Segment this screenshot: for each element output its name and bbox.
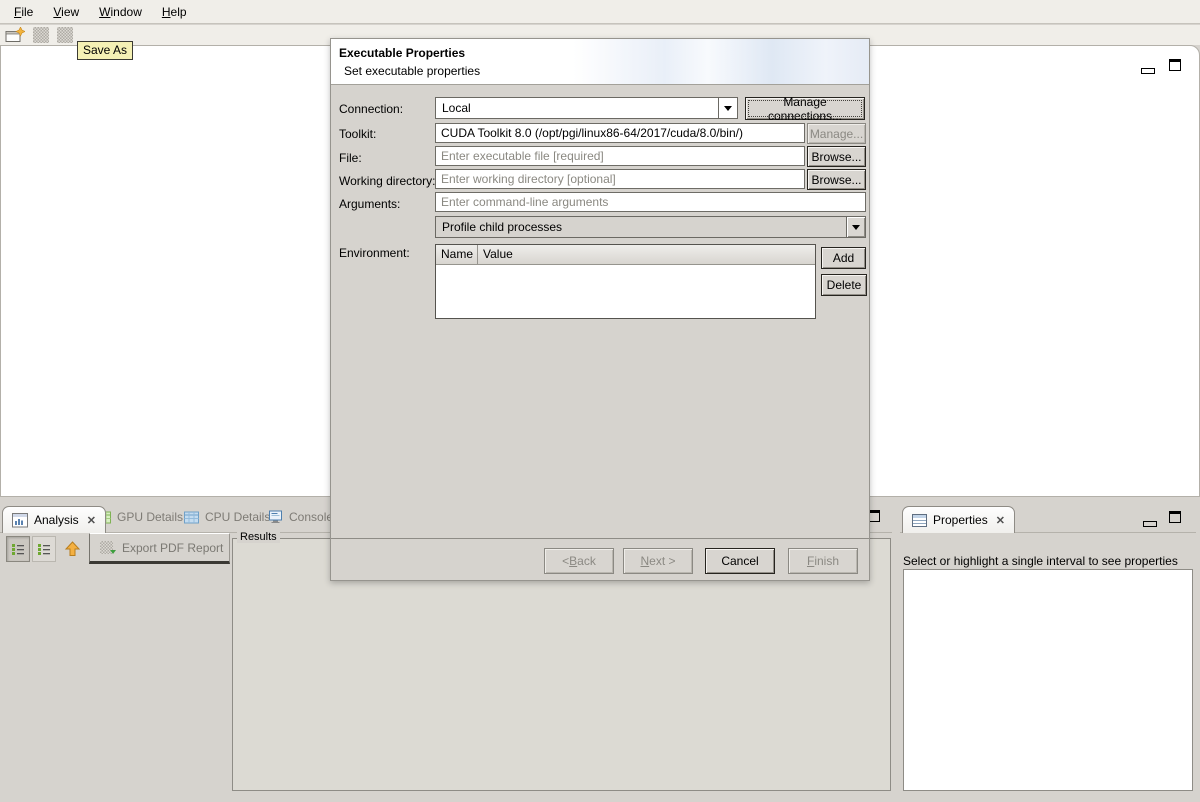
tab-gpu-details[interactable]: GPU Details xyxy=(96,510,183,524)
toolkit-input[interactable] xyxy=(435,123,805,143)
minimize-icon xyxy=(1143,521,1157,527)
tab-label: Console xyxy=(289,510,333,524)
tab-label: GPU Details xyxy=(117,510,183,524)
menu-item-window[interactable]: Window xyxy=(89,2,152,22)
unguided-analysis-button[interactable] xyxy=(32,536,56,562)
guided-analysis-icon xyxy=(11,543,25,556)
toolkit-label: Toolkit: xyxy=(339,127,376,141)
environment-table-body[interactable] xyxy=(436,265,815,318)
maximize-icon xyxy=(1169,511,1181,523)
tab-label: Analysis xyxy=(34,513,79,527)
cancel-button[interactable]: Cancel xyxy=(705,548,775,574)
delete-env-button[interactable]: Delete xyxy=(821,274,867,296)
properties-maximize-button[interactable] xyxy=(1169,511,1181,526)
environment-label: Environment: xyxy=(339,246,410,260)
chevron-down-icon xyxy=(724,106,732,115)
manage-toolkit-button[interactable]: Manage... xyxy=(807,123,866,144)
dialog-separator xyxy=(331,538,869,539)
browse-directory-button[interactable]: Browse... xyxy=(807,169,866,190)
dialog-title: Executable Properties xyxy=(339,46,465,60)
arguments-input[interactable] xyxy=(435,192,866,212)
connection-dropdown-button[interactable] xyxy=(718,98,737,118)
save-as-button[interactable] xyxy=(57,27,73,43)
export-pdf-report-button[interactable]: Export PDF Report xyxy=(89,533,230,564)
working-directory-input[interactable] xyxy=(435,169,805,189)
env-column-value[interactable]: Value xyxy=(478,245,815,264)
tab-close-icon[interactable]: ✕ xyxy=(87,514,96,527)
dialog-header: Executable Properties Set executable pro… xyxy=(331,39,869,85)
analysis-icon xyxy=(12,513,28,528)
properties-content-box xyxy=(903,569,1193,791)
properties-table-icon xyxy=(912,514,927,527)
export-pdf-icon xyxy=(100,541,114,555)
properties-message: Select or highlight a single interval to… xyxy=(903,554,1178,568)
tab-properties[interactable]: Properties ✕ xyxy=(902,506,1015,533)
guided-analysis-button[interactable] xyxy=(6,536,30,562)
save-button[interactable] xyxy=(33,27,49,43)
up-arrow-button[interactable] xyxy=(60,536,84,562)
arguments-label: Arguments: xyxy=(339,197,400,211)
export-pdf-label: Export PDF Report xyxy=(122,541,223,555)
manage-connections-button[interactable]: Manage connections... xyxy=(745,97,865,120)
menubar: File View Window Help xyxy=(0,0,1200,24)
up-arrow-icon xyxy=(64,541,81,557)
tab-analysis[interactable]: Analysis ✕ xyxy=(2,506,106,533)
editor-minimize-button[interactable] xyxy=(1141,63,1155,77)
connection-select[interactable]: Local xyxy=(435,97,738,119)
next-button[interactable]: Next > xyxy=(623,548,693,574)
chevron-down-icon xyxy=(852,225,860,234)
back-button[interactable]: < Back xyxy=(544,548,614,574)
env-column-name[interactable]: Name xyxy=(436,245,478,264)
environment-table: Name Value xyxy=(435,244,816,319)
finish-button[interactable]: Finish xyxy=(788,548,858,574)
cpu-table-icon xyxy=(184,511,199,524)
properties-panel: Properties ✕ Select or highlight a singl… xyxy=(900,505,1196,793)
new-session-icon xyxy=(5,27,25,44)
browse-file-button[interactable]: Browse... xyxy=(807,146,866,167)
new-session-button[interactable] xyxy=(5,27,25,44)
connection-value: Local xyxy=(436,101,718,115)
environment-table-header: Name Value xyxy=(436,245,815,265)
tab-label: Properties xyxy=(933,513,988,527)
working-directory-label: Working directory: xyxy=(339,174,435,188)
connection-label: Connection: xyxy=(339,102,403,116)
unguided-analysis-icon xyxy=(37,543,51,556)
add-env-button[interactable]: Add xyxy=(821,247,866,269)
file-input[interactable] xyxy=(435,146,805,166)
executable-properties-dialog: Executable Properties Set executable pro… xyxy=(330,38,870,581)
console-icon xyxy=(268,510,283,524)
properties-minimize-button[interactable] xyxy=(1143,516,1157,530)
menu-item-view[interactable]: View xyxy=(43,2,89,22)
menu-item-file[interactable]: File xyxy=(4,2,43,22)
results-legend: Results xyxy=(237,531,280,543)
file-label: File: xyxy=(339,151,362,165)
maximize-icon xyxy=(1169,59,1181,71)
profile-mode-value: Profile child processes xyxy=(436,220,846,234)
profile-mode-select[interactable]: Profile child processes xyxy=(435,216,866,238)
minimize-icon xyxy=(1141,68,1155,74)
tab-close-icon[interactable]: ✕ xyxy=(996,514,1005,527)
profile-mode-dropdown-button[interactable] xyxy=(846,217,865,237)
editor-maximize-button[interactable] xyxy=(1169,59,1181,74)
tab-cpu-details[interactable]: CPU Details xyxy=(184,510,270,524)
tab-label: CPU Details xyxy=(205,510,270,524)
save-as-tooltip: Save As xyxy=(77,41,133,60)
tab-console[interactable]: Console xyxy=(268,510,333,524)
menu-item-help[interactable]: Help xyxy=(152,2,197,22)
dialog-subtitle: Set executable properties xyxy=(344,64,480,78)
